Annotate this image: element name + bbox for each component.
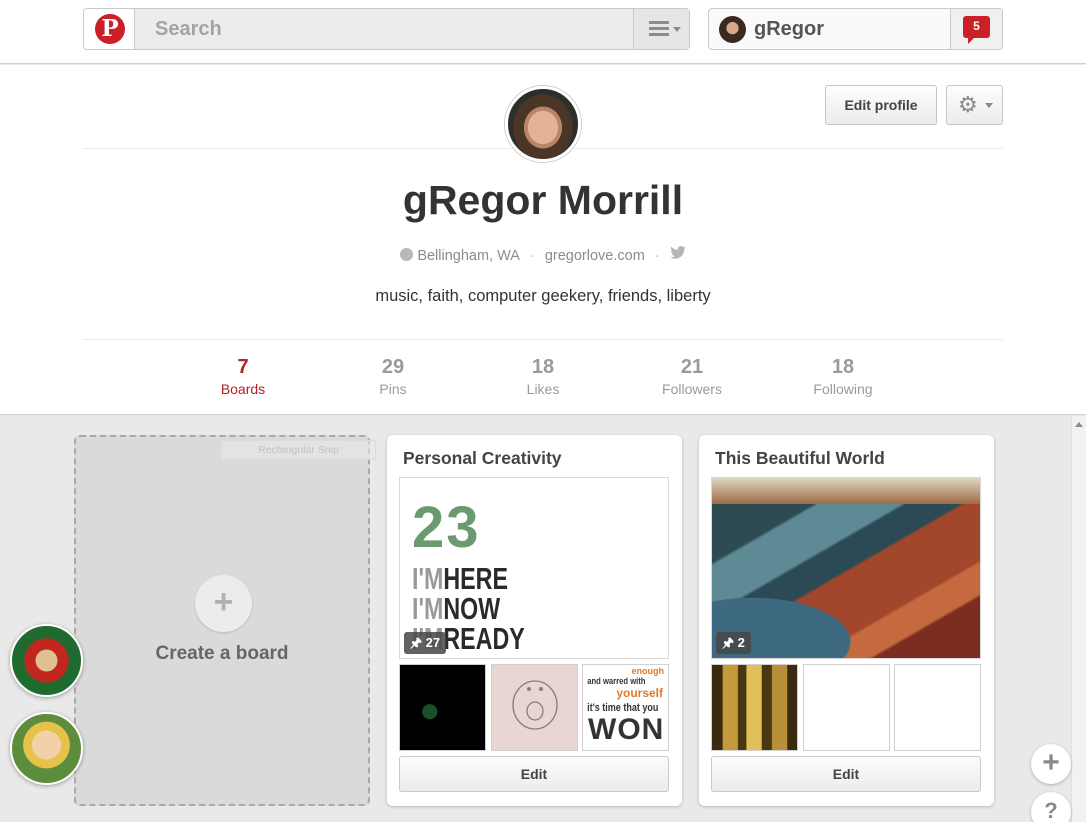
tab-followers[interactable]: 21 Followers bbox=[632, 355, 752, 399]
search-bar: P bbox=[83, 8, 690, 50]
pin-icon: 🖈︎ bbox=[722, 635, 735, 650]
user-name: gRegor bbox=[754, 18, 824, 40]
board-thumbnail[interactable] bbox=[491, 664, 578, 751]
board-thumbnail[interactable]: enough and warred with yourself it's tim… bbox=[582, 664, 669, 751]
edit-board-button[interactable]: Edit bbox=[399, 756, 669, 792]
pin-count: 2 bbox=[737, 635, 745, 650]
thumb-text: WON bbox=[588, 713, 665, 746]
edit-board-button[interactable]: Edit bbox=[711, 756, 981, 792]
stat-count: 21 bbox=[680, 356, 704, 378]
stat-label: Following bbox=[813, 381, 873, 397]
twitter-icon bbox=[669, 246, 686, 259]
user-profile-link[interactable]: gRegor bbox=[709, 9, 951, 49]
pin-count: 27 bbox=[425, 635, 441, 650]
tab-following[interactable]: 18 Following bbox=[783, 355, 903, 399]
user-menu: gRegor 5 bbox=[708, 8, 1003, 50]
notification-badge: 5 bbox=[963, 16, 990, 44]
board-thumbnail[interactable] bbox=[711, 664, 798, 751]
stat-count: 18 bbox=[831, 356, 855, 378]
board-card-personal-creativity[interactable]: Personal Creativity 23 I'MHERE I'MNOW I'… bbox=[387, 435, 682, 806]
divider bbox=[83, 339, 1003, 340]
pin-count-badge: 🖈︎ 2 bbox=[716, 632, 751, 654]
separator: · bbox=[529, 247, 535, 264]
pinterest-home-button[interactable]: P bbox=[84, 9, 135, 49]
notifications-button[interactable]: 5 bbox=[950, 9, 1002, 49]
stat-label: Boards bbox=[220, 381, 266, 397]
contact-avatar[interactable] bbox=[10, 712, 83, 785]
categories-menu-button[interactable] bbox=[633, 9, 689, 49]
poster-number: 23 bbox=[412, 495, 481, 560]
stat-label: Followers bbox=[662, 381, 722, 397]
create-board-button[interactable]: + Create a board bbox=[74, 435, 370, 806]
board-cover-image[interactable]: 🖈︎ 2 bbox=[711, 477, 981, 659]
avatar bbox=[719, 16, 746, 43]
snipping-tool-overlay: Rectangular Snip bbox=[221, 440, 376, 460]
thumbnail-image: enough and warred with yourself it's tim… bbox=[583, 665, 668, 750]
board-thumbnail-empty bbox=[894, 664, 981, 751]
thumb-text: enough bbox=[631, 666, 665, 676]
poster-word: READY bbox=[443, 621, 525, 656]
profile-header: Edit profile ⚙ gRegor Morrill Bellingham… bbox=[0, 65, 1086, 415]
top-header: P gRegor 5 bbox=[0, 0, 1086, 64]
stat-count: 7 bbox=[237, 356, 249, 378]
thumb-text: it's time that you bbox=[587, 702, 659, 714]
stat-label: Pins bbox=[379, 381, 407, 397]
contact-avatar[interactable] bbox=[10, 624, 83, 697]
stat-label: Likes bbox=[526, 381, 560, 397]
thumbnail-image bbox=[400, 665, 485, 750]
tab-pins[interactable]: 29 Pins bbox=[333, 355, 453, 399]
search-input[interactable] bbox=[136, 9, 633, 49]
board-thumbnail[interactable] bbox=[399, 664, 486, 751]
sketch-drawing bbox=[512, 680, 558, 730]
pinterest-logo-icon: P bbox=[95, 14, 125, 44]
edit-profile-button[interactable]: Edit profile bbox=[825, 85, 937, 125]
board-title[interactable]: Personal Creativity bbox=[403, 448, 562, 469]
board-thumbnail-empty bbox=[803, 664, 890, 751]
canyon-photo bbox=[712, 478, 980, 658]
tab-boards[interactable]: 7 Boards bbox=[183, 355, 303, 399]
board-title[interactable]: This Beautiful World bbox=[715, 448, 885, 469]
plus-icon: + bbox=[195, 575, 252, 632]
scroll-up-arrow-icon[interactable] bbox=[1075, 422, 1083, 427]
scrollbar[interactable] bbox=[1071, 416, 1086, 822]
profile-bio: music, faith, computer geekery, friends,… bbox=[375, 287, 711, 305]
sky bbox=[712, 478, 980, 504]
hamburger-icon bbox=[649, 21, 669, 37]
create-board-label: Create a board bbox=[155, 643, 289, 664]
board-card-this-beautiful-world[interactable]: This Beautiful World 🖈︎ 2 Edit bbox=[699, 435, 994, 806]
thumb-text: yourself bbox=[616, 686, 663, 700]
tab-likes[interactable]: 18 Likes bbox=[483, 355, 603, 399]
twitter-link[interactable] bbox=[669, 246, 686, 264]
thumbnail-image bbox=[712, 665, 797, 750]
chevron-down-icon bbox=[673, 27, 681, 32]
globe-icon bbox=[400, 248, 414, 261]
gear-icon: ⚙ bbox=[958, 92, 978, 117]
pin-count-badge: 🖈︎ 27 bbox=[404, 632, 447, 654]
separator: · bbox=[654, 247, 660, 264]
thumbnail-image bbox=[492, 665, 577, 750]
profile-name: gRegor Morrill bbox=[402, 177, 684, 223]
chevron-down-icon bbox=[985, 103, 993, 108]
profile-meta: Bellingham, WA · gregorlove.com · bbox=[0, 246, 1086, 264]
stat-count: 18 bbox=[531, 356, 555, 378]
stat-count: 29 bbox=[381, 356, 405, 378]
settings-button[interactable]: ⚙ bbox=[946, 85, 1003, 125]
add-pin-button[interactable]: + bbox=[1031, 744, 1071, 784]
poster-line: I'MNOW bbox=[412, 593, 500, 624]
help-button[interactable]: ? bbox=[1031, 792, 1071, 822]
poster-line: I'MHERE bbox=[412, 563, 508, 594]
profile-location: Bellingham, WA bbox=[417, 247, 520, 264]
profile-avatar bbox=[505, 86, 581, 162]
thumb-text: and warred with bbox=[587, 676, 646, 686]
board-cover-image[interactable]: 23 I'MHERE I'MNOW I'MREADY 🖈︎ 27 bbox=[399, 477, 669, 659]
pin-icon: 🖈︎ bbox=[410, 635, 423, 650]
profile-website-link[interactable]: gregorlove.com bbox=[545, 248, 645, 264]
